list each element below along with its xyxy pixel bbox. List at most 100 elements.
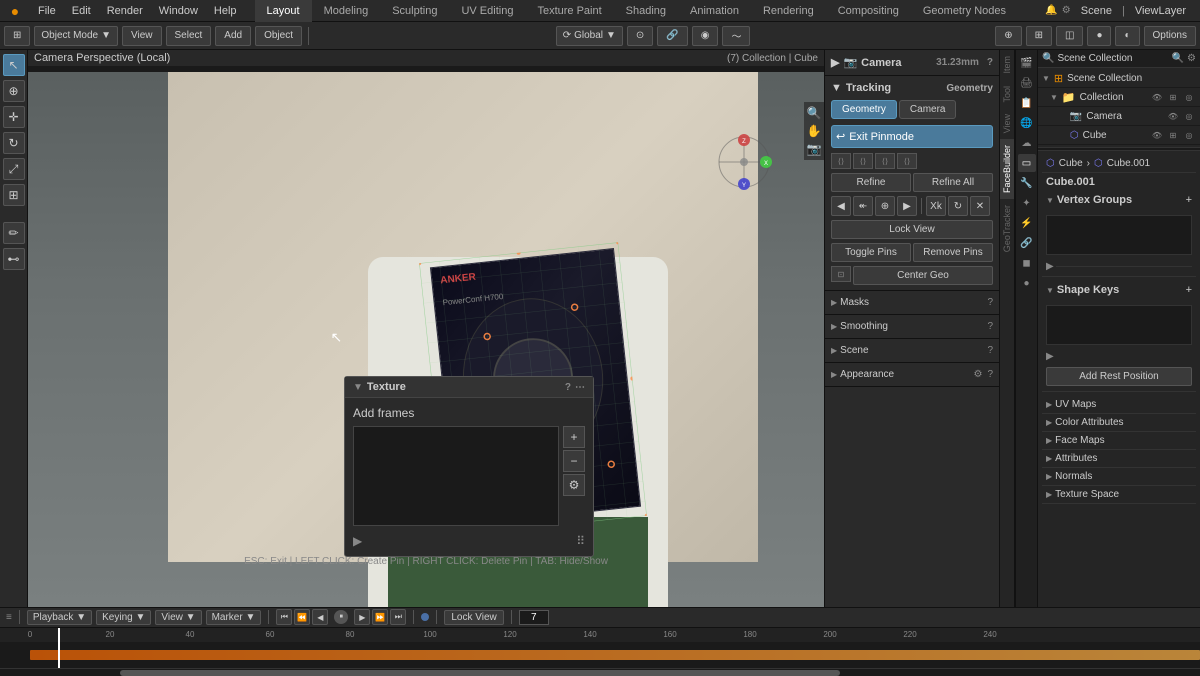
current-frame-input[interactable]: [519, 610, 549, 625]
output-properties-icon[interactable]: 🖨: [1018, 74, 1036, 92]
scene-collection-settings[interactable]: ⚙: [1187, 53, 1196, 64]
workspace-rendering[interactable]: Rendering: [751, 0, 826, 22]
add-rest-position-btn[interactable]: Add Rest Position: [1046, 367, 1192, 386]
masks-help[interactable]: ?: [987, 297, 993, 308]
shading-solid[interactable]: ●: [1087, 26, 1111, 46]
snap-toggle[interactable]: 🔗: [657, 26, 687, 46]
collection-visibility[interactable]: 👁: [1150, 90, 1164, 104]
prev-icon[interactable]: ◀: [831, 196, 851, 216]
appearance-header[interactable]: ▶ Appearance ⚙ ?: [825, 366, 999, 383]
cursor-tool[interactable]: ⊕: [3, 80, 25, 102]
appearance-help[interactable]: ?: [987, 369, 993, 380]
workspace-shading[interactable]: Shading: [614, 0, 678, 22]
workspace-compositing[interactable]: Compositing: [826, 0, 911, 22]
hand-tool[interactable]: ✋: [807, 124, 822, 138]
shading-render[interactable]: ◐: [1115, 26, 1139, 46]
engine-select[interactable]: ⊞: [4, 26, 30, 46]
masks-header[interactable]: ▶ Masks ?: [825, 294, 999, 311]
vg-nav-left[interactable]: ▶: [1046, 261, 1054, 272]
constraints-icon[interactable]: 🔗: [1018, 234, 1036, 252]
timeline-tracks[interactable]: [0, 642, 1200, 667]
vg-add-btn[interactable]: +: [1186, 194, 1192, 206]
texture-space-row[interactable]: ▶ Texture Space: [1042, 486, 1196, 504]
path-toggle[interactable]: 〜: [722, 26, 750, 46]
overlay-toggle[interactable]: ⊞: [1026, 26, 1052, 46]
transform-space[interactable]: ⟳ Global ▼: [556, 26, 623, 46]
scene-help[interactable]: ?: [987, 345, 993, 356]
timeline-scrollbar[interactable]: [0, 668, 1200, 675]
side-tab-facebuilder[interactable]: FaceBuilder: [1000, 139, 1014, 199]
side-tab-tool[interactable]: Tool: [1000, 80, 1014, 109]
lock-view-btn[interactable]: Lock View: [831, 220, 993, 239]
next-icon[interactable]: ▶: [897, 196, 917, 216]
scene-properties-icon[interactable]: 🌐: [1018, 114, 1036, 132]
tracking-header[interactable]: ▼ Tracking Geometry: [825, 79, 999, 97]
move-tool[interactable]: ✛: [3, 106, 25, 128]
workspace-modeling[interactable]: Modeling: [312, 0, 381, 22]
sk-add-btn[interactable]: +: [1186, 284, 1192, 296]
xray-toggle[interactable]: ◫: [1056, 26, 1083, 46]
xk-btn[interactable]: Xk: [926, 196, 946, 216]
settings-texture-btn[interactable]: ⚙: [563, 474, 585, 496]
texture-grid-btn[interactable]: ⠿: [576, 534, 585, 548]
refine-icon-4[interactable]: ⟨⟩: [897, 153, 917, 169]
collection-render[interactable]: ◎: [1182, 90, 1196, 104]
particles-icon[interactable]: ✦: [1018, 194, 1036, 212]
camera-header[interactable]: ▶ 📷 Camera 31.23mm ?: [825, 53, 999, 72]
viewport[interactable]: Camera Perspective (Local) (7) Collectio…: [28, 50, 824, 607]
toggle-pins-btn[interactable]: Toggle Pins: [831, 243, 911, 262]
annotate-tool[interactable]: ✏: [3, 222, 25, 244]
center-geo-btn[interactable]: Center Geo: [853, 266, 993, 285]
select-menu[interactable]: Select: [166, 26, 212, 46]
workspace-texture-paint[interactable]: Texture Paint: [525, 0, 613, 22]
play-pause-btn[interactable]: ⏸: [334, 610, 348, 624]
render-properties-icon[interactable]: 🎬: [1018, 54, 1036, 72]
workspace-sculpting[interactable]: Sculpting: [380, 0, 449, 22]
pivot-point[interactable]: ⊙: [627, 26, 653, 46]
scene-collection-search[interactable]: 🔍: [1172, 53, 1184, 64]
view-menu[interactable]: View: [122, 26, 162, 46]
shape-keys-header[interactable]: ▼ Shape Keys +: [1042, 281, 1196, 299]
transform-tool[interactable]: ⊞: [3, 184, 25, 206]
workspace-layout[interactable]: Layout: [255, 0, 312, 22]
vertex-groups-header[interactable]: ▼ Vertex Groups +: [1042, 191, 1196, 209]
camera-visibility[interactable]: 👁: [1166, 109, 1180, 123]
smoothing-header[interactable]: ▶ Smoothing ?: [825, 318, 999, 335]
workspace-animation[interactable]: Animation: [678, 0, 751, 22]
expand-scene[interactable]: ▼: [1042, 74, 1050, 83]
sk-nav-left[interactable]: ▶: [1046, 351, 1054, 362]
exit-pinmode-btn[interactable]: ↩ Exit Pinmode: [831, 125, 993, 148]
step-back-btn[interactable]: ⏪: [294, 609, 310, 625]
cube-visibility[interactable]: 👁: [1150, 128, 1164, 142]
refine-icon-1[interactable]: ⟨⟩: [831, 153, 851, 169]
physics-icon[interactable]: ⚡: [1018, 214, 1036, 232]
measure-tool[interactable]: ⊷: [3, 248, 25, 270]
close-icon[interactable]: ✕: [970, 196, 990, 216]
smoothing-help[interactable]: ?: [987, 321, 993, 332]
refine-btn[interactable]: Refine: [831, 173, 911, 192]
workspace-geometry-nodes[interactable]: Geometry Nodes: [911, 0, 1018, 22]
view-dropdown[interactable]: View ▼: [155, 610, 201, 625]
zoom-in-tool[interactable]: 🔍: [807, 106, 822, 120]
step-forward-btn[interactable]: ⏩: [372, 609, 388, 625]
side-tab-item[interactable]: Item: [1000, 50, 1014, 80]
uv-maps-row[interactable]: ▶ UV Maps: [1042, 396, 1196, 414]
keying-dropdown[interactable]: Keying ▼: [96, 610, 151, 625]
world-icon[interactable]: ☁: [1018, 134, 1036, 152]
data-properties-icon[interactable]: ◼: [1018, 254, 1036, 272]
play-forward-btn[interactable]: ▶: [354, 609, 370, 625]
workspace-uv-editing[interactable]: UV Editing: [449, 0, 525, 22]
marker-dropdown[interactable]: Marker ▼: [206, 610, 262, 625]
object-menu[interactable]: Object: [255, 26, 302, 46]
menu-window[interactable]: Window: [151, 0, 206, 22]
texture-collapse-icon[interactable]: ▼: [353, 382, 363, 393]
menu-edit[interactable]: Edit: [64, 0, 99, 22]
texture-play-btn[interactable]: ▶: [353, 534, 362, 548]
material-icon[interactable]: ●: [1018, 274, 1036, 292]
remove-pins-btn[interactable]: Remove Pins: [913, 243, 993, 262]
jump-end-btn[interactable]: ⏭: [390, 609, 406, 625]
proportional-edit[interactable]: ◉: [692, 26, 719, 46]
timeline-menu-icon[interactable]: ≡: [6, 612, 12, 623]
object-mode-dropdown[interactable]: Object Mode ▼: [34, 26, 118, 46]
scene-header[interactable]: ▶ Scene ?: [825, 342, 999, 359]
